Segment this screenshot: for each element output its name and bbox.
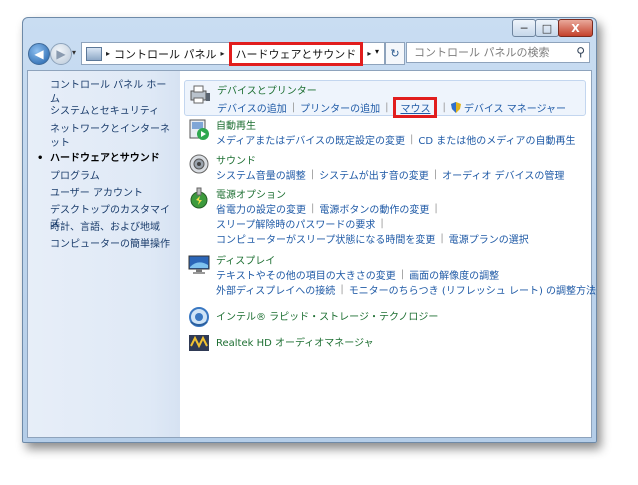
display-links-row2: 外部ディスプレイへの接続 | モニターのちらつき (リフレッシュ レート) の調… bbox=[216, 282, 596, 297]
nav-system-and-security[interactable]: システムとセキュリティ bbox=[50, 105, 175, 119]
adjust-system-volume-link[interactable]: システム音量の調整 bbox=[216, 167, 306, 182]
back-button[interactable]: ◀ bbox=[28, 43, 50, 65]
add-device-link[interactable]: デバイスの追加 bbox=[217, 100, 287, 115]
realtek-audio-manager-title[interactable]: Realtek HD オーディオマネージャ bbox=[216, 334, 374, 349]
link-separator: | bbox=[400, 269, 405, 280]
title-bar: ─ □ X bbox=[23, 18, 596, 38]
forward-button[interactable]: ▶ bbox=[50, 43, 72, 65]
change-text-size-link[interactable]: テキストやその他の項目の大きさの変更 bbox=[216, 267, 396, 282]
intel-rapid-storage-title[interactable]: インテル® ラピッド・ストレージ・テクノロジー bbox=[216, 308, 438, 323]
change-power-saving-settings-link[interactable]: 省電力の設定の変更 bbox=[216, 201, 306, 216]
devices-and-printers-title[interactable]: デバイスとプリンター bbox=[217, 82, 317, 97]
section-sound: サウンド システム音量の調整 | システムが出す音の変更 | オーディオ デバイ… bbox=[184, 151, 584, 185]
category-pane: デバイスとプリンター デバイスの追加 | プリンターの追加 | マウス | デバ… bbox=[180, 71, 596, 437]
section-power-options: 電源オプション 省電力の設定の変更 | 電源ボタンの動作の変更 | スリープ解除… bbox=[184, 185, 584, 247]
autoplay-links: メディアまたはデバイスの既定設定の変更 | CD または他のメディアの自動再生 bbox=[216, 132, 576, 147]
require-password-on-wakeup-link[interactable]: スリープ解除時のパスワードの要求 bbox=[216, 216, 375, 231]
active-bullet: • bbox=[37, 153, 44, 164]
cd-autoplay-link[interactable]: CD または他のメディアの自動再生 bbox=[418, 132, 575, 147]
adjust-screen-resolution-link[interactable]: 画面の解像度の調整 bbox=[409, 267, 499, 282]
section-autoplay: 自動再生 メディアまたはデバイスの既定設定の変更 | CD または他のメディアの… bbox=[184, 116, 584, 150]
breadcrumb-control-panel[interactable]: コントロール パネル bbox=[114, 46, 217, 62]
breadcrumb-separator[interactable]: ▸ bbox=[106, 49, 110, 58]
sound-links: システム音量の調整 | システムが出す音の変更 | オーディオ デバイスの管理 bbox=[216, 167, 564, 182]
autoplay-icon bbox=[189, 119, 209, 140]
nav-clock-language-region[interactable]: 時計、言語、および地域 bbox=[50, 221, 175, 235]
sound-title[interactable]: サウンド bbox=[216, 152, 256, 167]
address-dropdown[interactable]: ▾ bbox=[375, 47, 379, 56]
link-separator: | bbox=[340, 284, 344, 295]
nav-hardware-and-sound-label: ハードウェアとサウンド bbox=[50, 153, 160, 164]
power-links-row1: 省電力の設定の変更 | 電源ボタンの動作の変更 | bbox=[216, 201, 443, 216]
mouse-link[interactable]: マウス bbox=[393, 97, 438, 118]
search-icon[interactable]: ⚲ bbox=[576, 45, 585, 59]
link-separator: | bbox=[310, 169, 315, 180]
control-panel-window: ─ □ X ◀ ▶ ▾ ▸ コントロール パネル ▸ ハードウェアとサウンド ▸… bbox=[22, 17, 597, 443]
link-separator: | bbox=[410, 134, 414, 145]
address-bar[interactable]: ▸ コントロール パネル ▸ ハードウェアとサウンド ▸ ▾ bbox=[81, 41, 385, 66]
nav-user-accounts[interactable]: ユーザー アカウント bbox=[50, 187, 175, 201]
section-realtek-audio: Realtek HD オーディオマネージャ bbox=[184, 330, 584, 354]
section-devices-and-printers: デバイスとプリンター デバイスの追加 | プリンターの追加 | マウス | デバ… bbox=[184, 80, 586, 118]
connect-external-display-link[interactable]: 外部ディスプレイへの接続 bbox=[216, 282, 335, 297]
display-title[interactable]: ディスプレイ bbox=[216, 252, 275, 267]
maximize-button[interactable]: □ bbox=[535, 19, 559, 37]
control-panel-icon bbox=[86, 46, 102, 61]
power-links-row2: スリープ解除時のパスワードの要求 | bbox=[216, 216, 389, 231]
adjust-refresh-rate-link[interactable]: モニターのちらつき (リフレッシュ レート) の調整方法 bbox=[349, 282, 596, 297]
speaker-icon bbox=[189, 154, 209, 174]
link-separator: | bbox=[433, 169, 438, 180]
change-default-media-settings-link[interactable]: メディアまたはデバイスの既定設定の変更 bbox=[216, 132, 405, 147]
nav-hardware-and-sound[interactable]: • ハードウェアとサウンド bbox=[37, 152, 175, 166]
change-system-sounds-link[interactable]: システムが出す音の変更 bbox=[319, 167, 429, 182]
autoplay-title[interactable]: 自動再生 bbox=[216, 117, 256, 132]
nav-ease-of-access[interactable]: コンピューターの簡単操作 bbox=[50, 238, 175, 252]
choose-power-plan-link[interactable]: 電源プランの選択 bbox=[449, 231, 529, 246]
breadcrumb-hardware-and-sound[interactable]: ハードウェアとサウンド bbox=[228, 41, 364, 66]
add-printer-link[interactable]: プリンターの追加 bbox=[300, 100, 380, 115]
change-sleep-time-link[interactable]: コンピューターがスリープ状態になる時間を変更 bbox=[216, 231, 435, 246]
monitor-icon bbox=[188, 255, 210, 274]
realtek-icon bbox=[189, 335, 209, 351]
uac-shield-icon bbox=[450, 102, 461, 113]
device-manager-link[interactable]: デバイス マネージャー bbox=[464, 100, 566, 115]
left-navigation-pane: コントロール パネル ホーム システムとセキュリティ ネットワークとインターネッ… bbox=[28, 71, 180, 437]
search-box[interactable]: ⚲ bbox=[406, 42, 590, 63]
link-separator: | bbox=[440, 233, 444, 244]
display-links-row1: テキストやその他の項目の大きさの変更 | 画面の解像度の調整 bbox=[216, 267, 499, 282]
link-separator: | bbox=[385, 102, 389, 113]
change-power-button-action-link[interactable]: 電源ボタンの動作の変更 bbox=[319, 201, 429, 216]
breadcrumb-separator[interactable]: ▸ bbox=[221, 49, 225, 58]
link-separator: | bbox=[380, 218, 384, 229]
section-intel-rapid-storage: インテル® ラピッド・ストレージ・テクノロジー bbox=[184, 304, 584, 328]
manage-audio-devices-link[interactable]: オーディオ デバイスの管理 bbox=[442, 167, 564, 182]
close-button[interactable]: X bbox=[558, 19, 593, 37]
intel-storage-icon bbox=[189, 307, 209, 327]
search-input[interactable] bbox=[412, 45, 571, 60]
printer-icon bbox=[190, 85, 210, 104]
breadcrumb-separator[interactable]: ▸ bbox=[367, 49, 371, 58]
refresh-button[interactable]: ↻ bbox=[385, 42, 405, 65]
link-separator: | bbox=[442, 102, 446, 113]
nav-control-panel-home[interactable]: コントロール パネル ホーム bbox=[50, 79, 175, 107]
power-links-row3: コンピューターがスリープ状態になる時間を変更 | 電源プランの選択 bbox=[216, 231, 529, 246]
power-options-title[interactable]: 電源オプション bbox=[216, 186, 286, 201]
devices-links: デバイスの追加 | プリンターの追加 | マウス | デバイス マネージャー bbox=[217, 97, 566, 118]
nav-network-and-internet[interactable]: ネットワークとインターネット bbox=[50, 123, 175, 151]
power-icon bbox=[190, 187, 208, 209]
section-display: ディスプレイ テキストやその他の項目の大きさの変更 | 画面の解像度の調整 外部… bbox=[184, 251, 596, 299]
nav-programs[interactable]: プログラム bbox=[50, 170, 175, 184]
content-area: コントロール パネル ホーム システムとセキュリティ ネットワークとインターネッ… bbox=[27, 70, 596, 438]
minimize-button[interactable]: ─ bbox=[512, 19, 536, 37]
link-separator: | bbox=[291, 102, 296, 113]
link-separator: | bbox=[311, 203, 315, 214]
link-separator: | bbox=[434, 203, 438, 214]
recent-pages-dropdown[interactable]: ▾ bbox=[72, 48, 76, 57]
